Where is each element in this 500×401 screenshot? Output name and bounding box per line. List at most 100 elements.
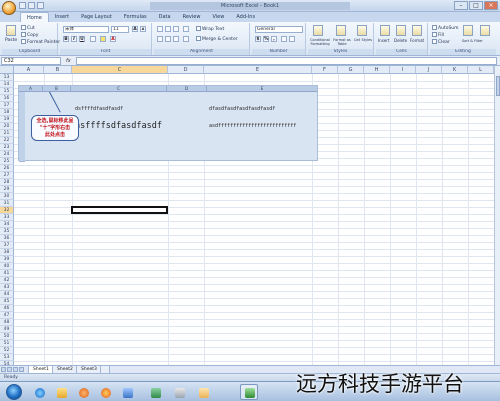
italic-button[interactable]: I xyxy=(71,36,77,42)
name-box[interactable]: C32 xyxy=(1,57,61,65)
tab-review[interactable]: Review xyxy=(177,12,207,22)
comma-button[interactable]: , xyxy=(271,36,277,42)
clear-button[interactable]: Clear xyxy=(432,39,450,46)
row-header-21[interactable]: 21 xyxy=(0,130,14,137)
column-header-k[interactable]: K xyxy=(442,66,468,74)
find-select-icon[interactable] xyxy=(480,25,490,36)
redo-icon[interactable] xyxy=(37,2,44,9)
column-header-d[interactable]: D xyxy=(168,66,204,74)
column-header-c[interactable]: C xyxy=(72,66,168,74)
fill-color-icon[interactable] xyxy=(100,36,106,42)
copy-button[interactable]: Copy xyxy=(21,32,38,39)
tab-home[interactable]: Home xyxy=(20,12,49,22)
close-button[interactable]: × xyxy=(484,1,498,10)
row-header-30[interactable]: 30 xyxy=(0,193,14,200)
maximize-button[interactable]: □ xyxy=(469,1,483,10)
currency-icon[interactable]: $ xyxy=(255,36,261,42)
firefox-icon[interactable] xyxy=(96,384,114,400)
percent-button[interactable]: % xyxy=(263,36,269,42)
autosum-button[interactable]: AutoSum xyxy=(432,25,459,32)
column-header-f[interactable]: F xyxy=(312,66,338,74)
row-header-17[interactable]: 17 xyxy=(0,102,14,109)
paste-icon[interactable] xyxy=(6,25,16,36)
row-header-20[interactable]: 20 xyxy=(0,123,14,130)
row-header-14[interactable]: 14 xyxy=(0,81,14,88)
shrink-font-button[interactable]: A xyxy=(140,26,146,32)
underline-button[interactable]: U xyxy=(79,36,85,42)
sort-filter-button[interactable]: Sort & Filter xyxy=(462,38,483,44)
number-format-select[interactable]: General xyxy=(255,26,303,33)
indent-icon[interactable] xyxy=(183,36,189,42)
wrap-text-button[interactable]: Wrap Text xyxy=(196,26,224,33)
align-bottom-icon[interactable] xyxy=(173,26,179,32)
row-header-19[interactable]: 19 xyxy=(0,116,14,123)
media-icon[interactable] xyxy=(74,384,92,400)
row-header-47[interactable]: 47 xyxy=(0,312,14,319)
office-button[interactable] xyxy=(2,1,16,15)
delete-cells-button[interactable]: Delete xyxy=(394,38,407,44)
row-header-31[interactable]: 31 xyxy=(0,200,14,207)
app2-icon[interactable] xyxy=(146,384,164,400)
row-header-41[interactable]: 41 xyxy=(0,270,14,277)
row-header-34[interactable]: 34 xyxy=(0,221,14,228)
align-middle-icon[interactable] xyxy=(165,26,171,32)
row-header-24[interactable]: 24 xyxy=(0,151,14,158)
fx-icon[interactable]: fx xyxy=(66,57,71,65)
tab-formulas[interactable]: Formulas xyxy=(118,12,153,22)
formula-input[interactable] xyxy=(76,57,497,65)
cell-styles-button[interactable]: Cell Styles xyxy=(353,38,373,42)
row-header-36[interactable]: 36 xyxy=(0,235,14,242)
row-header-38[interactable]: 38 xyxy=(0,249,14,256)
tab-view[interactable]: View xyxy=(206,12,230,22)
delete-cells-icon[interactable] xyxy=(396,25,406,36)
column-header-e[interactable]: E xyxy=(204,66,312,74)
first-sheet-icon[interactable] xyxy=(1,367,6,372)
align-center-icon[interactable] xyxy=(165,36,171,42)
decrease-decimal-icon[interactable] xyxy=(289,36,295,42)
start-button[interactable] xyxy=(6,384,22,400)
row-header-15[interactable]: 15 xyxy=(0,88,14,95)
cell-styles-icon[interactable] xyxy=(357,25,367,36)
paste-button[interactable]: Paste xyxy=(5,38,17,44)
format-painter-button[interactable]: Format Painter xyxy=(21,39,60,46)
worksheet-grid[interactable]: A B C D E F G H I J K L 13 14 15 16 17 18 19 20… xyxy=(0,66,494,365)
select-all-corner[interactable] xyxy=(0,66,14,74)
column-header-j[interactable]: J xyxy=(416,66,442,74)
row-header-53[interactable]: 53 xyxy=(0,354,14,361)
minimize-button[interactable]: – xyxy=(454,1,468,10)
row-header-33[interactable]: 33 xyxy=(0,214,14,221)
insert-cells-button[interactable]: Insert xyxy=(378,38,389,44)
row-header-42[interactable]: 42 xyxy=(0,277,14,284)
selected-cell[interactable] xyxy=(71,206,168,214)
row-header-46[interactable]: 46 xyxy=(0,305,14,312)
grow-font-button[interactable]: A xyxy=(132,26,138,32)
column-header-g[interactable]: G xyxy=(338,66,364,74)
column-header-l[interactable]: L xyxy=(468,66,494,74)
increase-decimal-icon[interactable] xyxy=(281,36,287,42)
font-family-select[interactable]: 宋体 xyxy=(63,26,109,33)
row-header-45[interactable]: 45 xyxy=(0,298,14,305)
bold-button[interactable]: B xyxy=(63,36,69,42)
row-header-48[interactable]: 48 xyxy=(0,319,14,326)
row-header-44[interactable]: 44 xyxy=(0,291,14,298)
next-sheet-icon[interactable] xyxy=(13,367,18,372)
row-header-26[interactable]: 26 xyxy=(0,165,14,172)
row-header-52[interactable]: 52 xyxy=(0,347,14,354)
align-left-icon[interactable] xyxy=(157,36,163,42)
tab-data[interactable]: Data xyxy=(153,12,177,22)
conditional-formatting-icon[interactable] xyxy=(313,25,323,36)
row-header-29[interactable]: 29 xyxy=(0,186,14,193)
align-top-icon[interactable] xyxy=(157,26,163,32)
tab-insert[interactable]: Insert xyxy=(49,12,75,22)
undo-icon[interactable] xyxy=(28,2,35,9)
format-cells-icon[interactable] xyxy=(412,25,422,36)
row-header-22[interactable]: 22 xyxy=(0,137,14,144)
row-header-50[interactable]: 50 xyxy=(0,333,14,340)
excel-icon[interactable] xyxy=(240,384,258,400)
row-header-27[interactable]: 27 xyxy=(0,172,14,179)
app3-icon[interactable] xyxy=(170,384,188,400)
cut-button[interactable]: Cut xyxy=(21,25,35,32)
mail-icon[interactable] xyxy=(194,384,212,400)
row-header-32[interactable]: 32 xyxy=(0,207,14,214)
folder-icon[interactable] xyxy=(52,384,70,400)
